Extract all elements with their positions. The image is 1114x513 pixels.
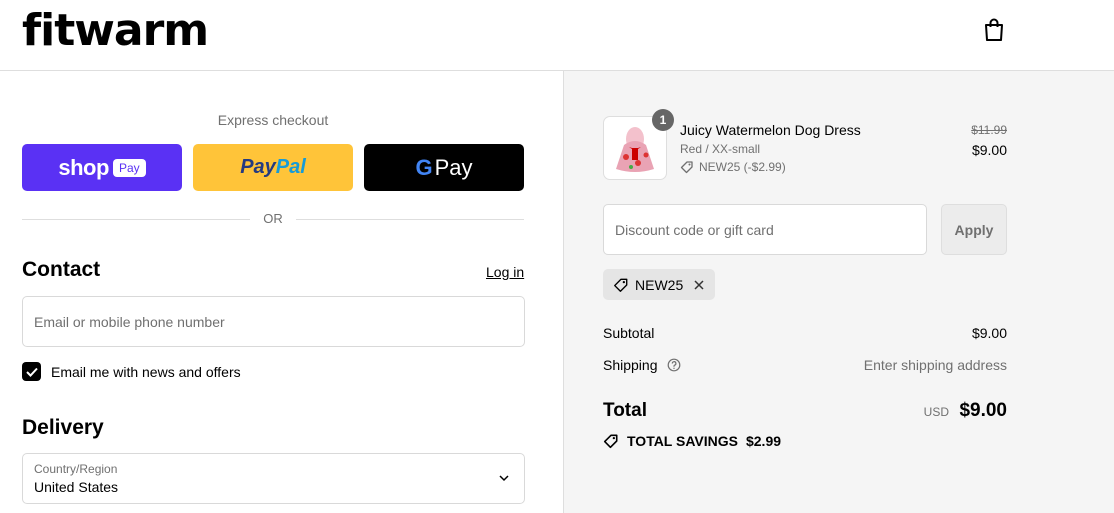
discount-field-wrapper (603, 204, 927, 255)
google-g-icon: G (415, 154, 433, 180)
subtotal-value: $9.00 (971, 325, 1007, 341)
paypal-logo: PayPal (240, 156, 306, 179)
divider-line-right (296, 219, 524, 220)
google-pay-logo: G Pay (415, 155, 472, 181)
savings-value: $2.99 (745, 433, 782, 449)
shop-pay-button[interactable]: shop Pay (22, 144, 182, 191)
tag-icon (603, 434, 618, 449)
apply-button[interactable]: Apply (941, 204, 1007, 255)
applied-code-chip: NEW25 (603, 269, 716, 300)
google-pay-label: Pay (434, 154, 473, 180)
subtotal-row: Subtotal $9.00 (603, 325, 1007, 341)
country-select-label: Country/Region (34, 462, 118, 476)
or-divider: OR (22, 211, 524, 229)
contact-heading: Contact (22, 258, 101, 281)
savings-label: TOTAL SAVINGS (627, 433, 738, 449)
google-pay-button[interactable]: G Pay (364, 144, 524, 191)
applied-code-label: NEW25 (635, 276, 684, 293)
email-field[interactable] (23, 297, 524, 346)
country-select[interactable]: Country/Region United States (22, 453, 525, 504)
paypal-button[interactable]: PayPal (193, 144, 353, 191)
product-variant: Red / XX-small (680, 142, 761, 156)
email-field-wrapper (22, 296, 525, 347)
product-name: Juicy Watermelon Dog Dress (680, 122, 861, 138)
express-checkout-title: Express checkout (217, 112, 329, 128)
help-icon[interactable] (667, 358, 681, 372)
login-link[interactable]: Log in (486, 264, 524, 280)
remove-code-close-icon[interactable] (693, 279, 705, 291)
shop-pay-badge: Pay (112, 158, 146, 177)
item-price: $9.00 (971, 142, 1007, 158)
shop-pay-brand: shop (58, 154, 109, 180)
order-summary-panel: 1 Juicy Watermelon Dog Dress Red / XX-sm… (563, 71, 1114, 513)
shipping-value: Enter shipping address (863, 357, 1007, 373)
brand-logo[interactable]: fitwarm (22, 4, 209, 58)
quantity-badge: 1 (652, 109, 674, 131)
chevron-down-icon (499, 475, 509, 482)
checkmark-icon (25, 367, 38, 377)
product-discount: NEW25 (-$2.99) (680, 160, 786, 174)
newsletter-option: Email me with news and offers (22, 362, 241, 381)
shopping-bag-icon[interactable] (982, 17, 1006, 43)
shipping-label: Shipping (603, 357, 658, 373)
delivery-heading: Delivery (22, 416, 104, 439)
total-savings: TOTAL SAVINGS $2.99 (603, 433, 781, 449)
paypal-logo-part2: Pal (275, 156, 306, 178)
shipping-row: Shipping Enter shipping address (603, 357, 1007, 373)
subtotal-label: Subtotal (603, 325, 655, 341)
total-value-group: USD $9.00 (894, 400, 1007, 422)
product-discount-label: NEW25 (-$2.99) (699, 160, 786, 174)
checkout-form-panel: Express checkout shop Pay PayPal G Pay O… (0, 71, 563, 513)
country-select-value: United States (34, 479, 119, 495)
site-header: fitwarm (0, 0, 1114, 71)
total-amount: $9.00 (959, 400, 1007, 421)
newsletter-checkbox[interactable] (22, 362, 41, 381)
paypal-logo-part1: Pay (240, 156, 276, 178)
total-label: Total (603, 400, 647, 421)
discount-code-field[interactable] (604, 205, 926, 254)
newsletter-label: Email me with news and offers (51, 363, 241, 380)
currency-code: USD (923, 405, 949, 419)
original-price: $11.99 (971, 123, 1007, 137)
tag-icon (680, 161, 693, 174)
tag-icon (614, 278, 628, 292)
